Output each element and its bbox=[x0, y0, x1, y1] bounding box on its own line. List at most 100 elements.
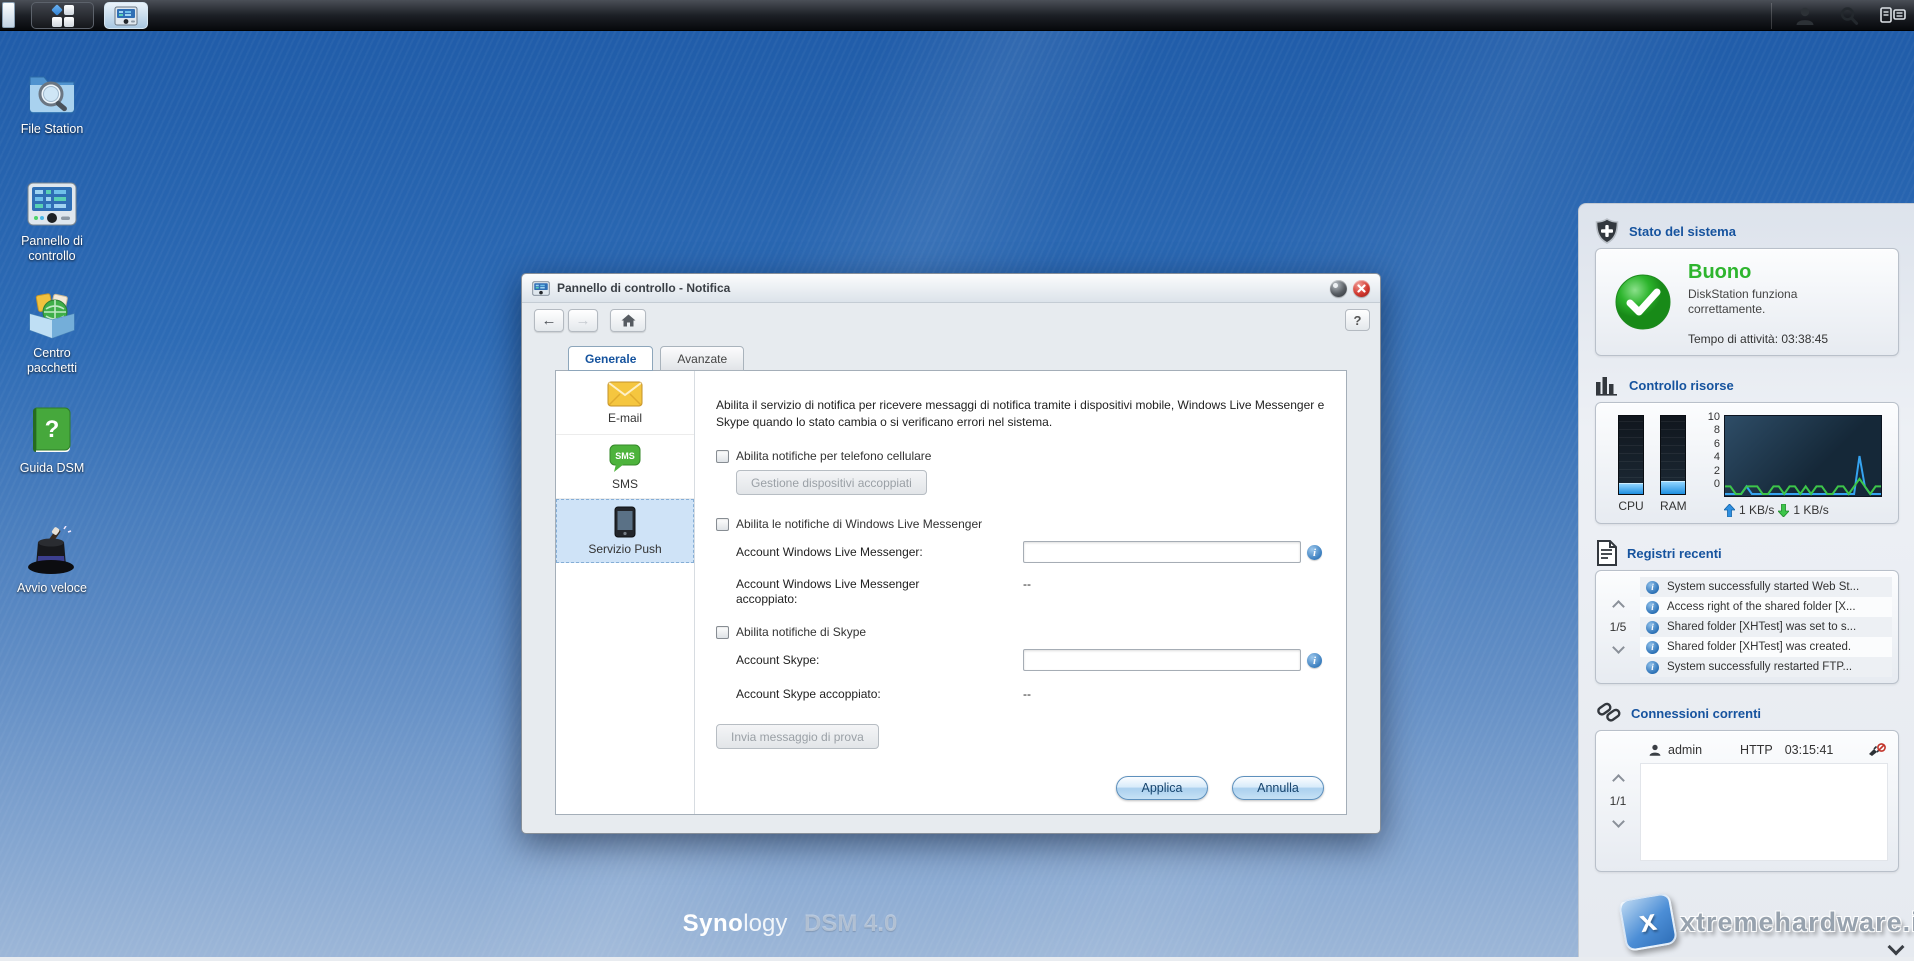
quick-start-icon bbox=[28, 526, 74, 574]
watermark-text: xtremehardware.it bbox=[1680, 906, 1914, 937]
connection-time: 03:15:41 bbox=[1784, 743, 1834, 757]
chevron-down-icon bbox=[1887, 938, 1905, 956]
sidebar-item-push-service[interactable]: Servizio Push bbox=[556, 499, 694, 563]
log-text: System successfully restarted FTP... bbox=[1667, 661, 1853, 673]
log-icon bbox=[1597, 540, 1617, 566]
connections-card: 1/1 admin HTTP 03:15:41 bbox=[1595, 730, 1899, 872]
form-actions: Applica Annulla bbox=[1116, 776, 1324, 800]
status-ok-icon bbox=[1615, 274, 1671, 330]
window-titlebar[interactable]: Pannello di controllo - Notifica bbox=[522, 274, 1380, 303]
show-desktop-button[interactable] bbox=[2, 2, 15, 28]
wlm-account-row: Account Windows Live Messenger: i bbox=[716, 541, 1326, 563]
download-rate: 1 KB/s bbox=[1793, 503, 1829, 517]
enable-mobile-checkbox-row: Abilita notifiche per telefono cellulare bbox=[716, 449, 1326, 463]
desktop-icon-label: Centro pacchetti bbox=[26, 346, 78, 375]
enable-wlm-checkbox-row: Abilita le notifiche di Windows Live Mes… bbox=[716, 517, 1326, 531]
pager-down-icon[interactable] bbox=[1611, 641, 1625, 654]
package-center-icon bbox=[29, 293, 75, 339]
uptime-text: Tempo di attività: 03:38:45 bbox=[1688, 332, 1829, 346]
watermark-logo: x bbox=[1617, 891, 1679, 953]
wlm-info-icon[interactable]: i bbox=[1307, 545, 1322, 560]
log-row[interactable]: i System successfully restarted FTP... bbox=[1640, 657, 1892, 677]
taskbar-control-panel-button[interactable] bbox=[104, 2, 148, 29]
user-menu-button[interactable] bbox=[1790, 2, 1820, 29]
sidebar-item-sms[interactable]: SMS SMS bbox=[556, 435, 694, 499]
desktop-icon-package-center[interactable]: Centro pacchetti bbox=[4, 290, 100, 376]
ram-gauge: RAM bbox=[1660, 415, 1687, 513]
log-text: Shared folder [XHTest] was created. bbox=[1667, 641, 1852, 653]
manage-paired-devices-button[interactable]: Gestione dispositivi accoppiati bbox=[736, 470, 927, 495]
pager-down-icon[interactable] bbox=[1611, 815, 1625, 828]
help-button[interactable]: ? bbox=[1345, 309, 1370, 331]
widget-panel: Stato del sistema Buono DiskStation funz… bbox=[1578, 203, 1914, 961]
home-button[interactable] bbox=[610, 309, 646, 332]
tab-avanzate[interactable]: Avanzate bbox=[660, 346, 745, 371]
log-row[interactable]: i Access right of the shared folder [X..… bbox=[1640, 597, 1892, 617]
skype-paired-row: Account Skype accoppiato: -- bbox=[716, 683, 1326, 702]
network-legend: 1 KB/s 1 KB/s bbox=[1724, 503, 1829, 517]
desktop-icon-label: Guida DSM bbox=[19, 461, 85, 475]
skype-info-icon[interactable]: i bbox=[1307, 653, 1322, 668]
wlm-paired-value: -- bbox=[1023, 577, 1031, 591]
desktop-icon-file-station[interactable]: File Station bbox=[4, 66, 100, 137]
sidebar-item-email[interactable]: E-mail bbox=[556, 371, 694, 435]
dsm-help-icon: ? bbox=[33, 407, 71, 452]
recent-logs-card: 1/5 i System successfully started Web St… bbox=[1595, 570, 1899, 684]
send-test-message-button[interactable]: Invia messaggio di prova bbox=[716, 724, 879, 749]
info-icon: i bbox=[1646, 660, 1659, 674]
pager-up-icon[interactable] bbox=[1611, 600, 1625, 613]
disconnect-icon[interactable] bbox=[1868, 743, 1886, 757]
push-service-icon bbox=[614, 506, 636, 538]
log-text: Shared folder [XHTest] was set to s... bbox=[1667, 621, 1857, 633]
cancel-button[interactable]: Annulla bbox=[1232, 776, 1324, 800]
log-row[interactable]: i System successfully started Web St... bbox=[1640, 577, 1892, 597]
connections-page-number: 1/1 bbox=[1609, 794, 1627, 808]
collapse-widgets-button[interactable] bbox=[1887, 938, 1905, 956]
enable-skype-checkbox[interactable] bbox=[716, 625, 729, 639]
log-text: System successfully started Web St... bbox=[1667, 581, 1860, 593]
main-menu-button[interactable] bbox=[31, 2, 94, 29]
forward-button[interactable]: → bbox=[568, 309, 598, 332]
cpu-gauge: CPU bbox=[1618, 415, 1644, 513]
wlm-paired-label: Account Windows Live Messenger accoppiat… bbox=[736, 577, 920, 606]
back-button[interactable]: ← bbox=[534, 309, 564, 332]
desktop-icon-control-panel[interactable]: Pannello di controllo bbox=[4, 178, 100, 264]
enable-skype-label: Abilita notifiche di Skype bbox=[736, 625, 867, 639]
log-text: Access right of the shared folder [X... bbox=[1667, 601, 1856, 613]
logo-syno: Syno bbox=[682, 910, 744, 937]
download-arrow-icon bbox=[1778, 503, 1790, 517]
sms-icon-text: SMS bbox=[615, 451, 635, 461]
logo-logy: logy bbox=[743, 910, 788, 937]
back-arrow-icon: ← bbox=[541, 312, 557, 329]
connection-user: admin bbox=[1668, 743, 1703, 757]
info-icon: i bbox=[1646, 640, 1659, 654]
desktop-icon-quick-start[interactable]: Avvio veloce bbox=[4, 525, 100, 596]
tab-generale[interactable]: Generale bbox=[568, 346, 654, 371]
pager-up-icon[interactable] bbox=[1611, 774, 1625, 787]
skype-account-row: Account Skype: i bbox=[716, 649, 1326, 671]
log-row[interactable]: i Shared folder [XHTest] was set to s... bbox=[1640, 617, 1892, 637]
window-toolbar: ← → ? bbox=[522, 303, 1380, 339]
skype-paired-label: Account Skype accoppiato: bbox=[736, 687, 881, 701]
skype-account-input[interactable] bbox=[1023, 649, 1301, 671]
log-row[interactable]: i Shared folder [XHTest] was created. bbox=[1640, 637, 1892, 657]
log-list: i System successfully started Web St... … bbox=[1640, 577, 1892, 677]
pilot-view-button[interactable] bbox=[1878, 2, 1908, 29]
connection-row[interactable]: admin HTTP 03:15:41 bbox=[1648, 738, 1886, 762]
close-button[interactable] bbox=[1353, 279, 1370, 297]
network-chart bbox=[1724, 415, 1882, 497]
recent-logs-header: Registri recenti bbox=[1595, 536, 1898, 570]
apply-button[interactable]: Applica bbox=[1116, 776, 1208, 800]
file-station-icon bbox=[29, 76, 75, 114]
wlm-paired-row: Account Windows Live Messenger accoppiat… bbox=[716, 573, 1326, 607]
desktop-icon-dsm-help[interactable]: ? Guida DSM bbox=[4, 405, 100, 476]
enable-mobile-checkbox[interactable] bbox=[716, 449, 729, 463]
search-button[interactable] bbox=[1834, 2, 1864, 29]
enable-wlm-checkbox[interactable] bbox=[716, 517, 729, 531]
pilot-view-icon bbox=[1880, 6, 1906, 23]
connections-header: Connessioni correnti bbox=[1595, 696, 1898, 730]
wlm-account-input[interactable] bbox=[1023, 541, 1301, 563]
minimize-button[interactable] bbox=[1330, 279, 1347, 297]
sms-icon: SMS bbox=[609, 444, 641, 472]
link-icon bbox=[1597, 702, 1621, 722]
